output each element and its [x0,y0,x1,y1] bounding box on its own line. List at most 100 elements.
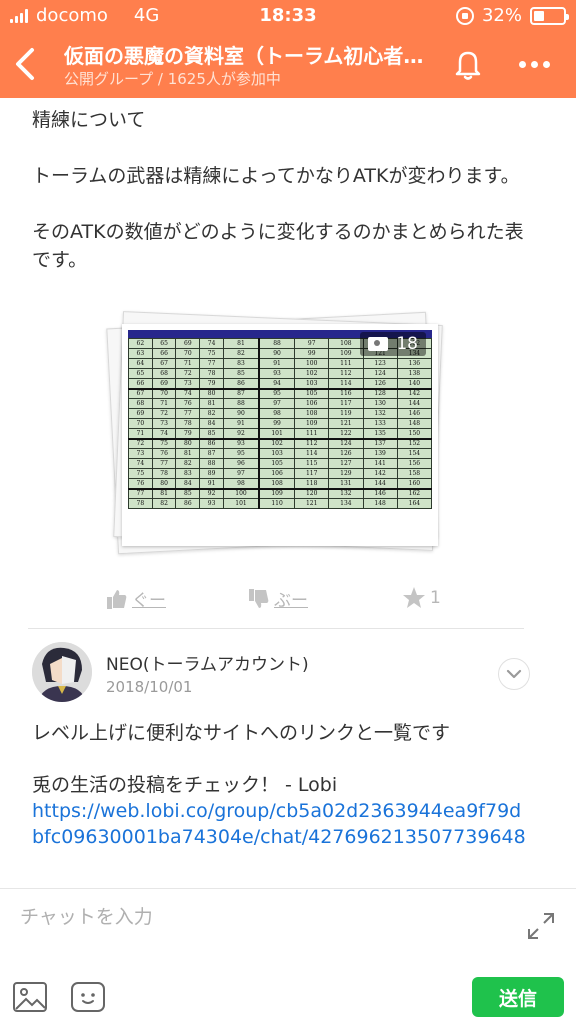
table-cell: 76 [175,398,201,409]
table-cell: 73 [175,378,201,389]
table-cell: 103 [294,378,330,389]
table-cell: 142 [396,388,432,399]
bell-icon[interactable] [448,44,488,84]
table-cell: 135 [362,428,398,439]
table-cell: 148 [362,498,398,509]
photo-album-thumbnail[interactable]: 6265697481889710811913263667075829099109… [100,311,462,562]
table-cell: 91 [222,418,260,429]
table-cell: 93 [199,498,224,509]
table-cell: 158 [396,468,432,479]
stamp-icon[interactable] [70,979,106,1015]
star-button[interactable]: 1 [402,586,441,610]
table-cell: 134 [328,498,364,509]
table-cell: 81 [175,448,201,459]
table-cell: 87 [222,388,260,399]
table-cell: 124 [328,438,364,449]
app-header: docomo 4G 18:33 32% 仮面の悪魔の資料室（トーラム初心者向け）… [0,0,576,98]
image-upload-icon[interactable] [12,979,48,1015]
reaction-bar: ぐー ぶー 1 [104,586,464,614]
table-cell: 75 [199,348,224,359]
table-cell: 95 [258,388,296,399]
table-cell: 71 [175,358,201,369]
table-cell: 140 [396,378,432,389]
table-row: 67 70 74 80 87 95 105 116 128 142 [128,388,432,399]
table-cell: 132 [362,408,398,419]
send-button[interactable]: 送信 [472,977,564,1017]
table-cell: 100 [294,358,330,369]
avatar[interactable] [32,642,92,702]
table-cell: 93 [258,368,296,379]
table-cell: 66 [128,378,153,389]
table-cell: 81 [199,398,224,409]
table-cell: 106 [294,398,330,409]
table-cell: 146 [396,408,432,419]
table-cell: 122 [328,428,364,439]
thumbs-up-icon [107,589,127,609]
table-cell: 105 [258,458,296,469]
expand-menu-button[interactable] [498,658,530,690]
table-cell: 131 [328,478,364,489]
back-arrow-icon[interactable] [6,40,46,88]
photo-count: 18 [396,334,418,354]
table-cell: 99 [294,348,330,359]
table-cell: 111 [294,428,330,439]
table-cell: 80 [175,438,201,449]
table-cell: 79 [175,428,201,439]
chat-input[interactable] [20,901,500,933]
table-cell: 77 [128,488,153,499]
table-cell: 106 [258,468,296,479]
post-divider [28,628,524,629]
post-text: 精練について トーラムの武器は精練によってかなりATKが変わります。 そのATK… [32,106,532,302]
table-cell: 86 [175,498,201,509]
photo-image[interactable]: 6265697481889710811913263667075829099109… [122,324,438,546]
table-cell: 162 [396,488,432,499]
table-cell: 91 [199,478,224,489]
table-cell: 67 [151,358,177,369]
table-cell: 81 [222,338,260,349]
table-cell: 83 [175,468,201,479]
table-cell: 148 [396,418,432,429]
table-cell: 90 [222,408,260,419]
table-cell: 101 [222,498,260,509]
user-avatar-image [32,642,92,702]
table-cell: 105 [294,388,330,399]
table-cell: 108 [294,408,330,419]
table-cell: 68 [128,398,153,409]
post-line: 精練について [32,109,146,131]
table-cell: 65 [151,338,177,349]
table-cell: 97 [258,398,296,409]
table-row: 75 78 83 89 97 106 117 129 142 158 [128,468,432,479]
photo-count-badge: 18 [360,332,426,356]
table-cell: 152 [396,438,432,449]
table-cell: 85 [222,368,260,379]
table-cell: 69 [128,408,153,419]
table-cell: 92 [199,488,224,499]
table-row: 73 76 81 87 95 103 114 126 139 154 [128,448,432,459]
group-title[interactable]: 仮面の悪魔の資料室（トーラム初心者向け） [64,40,440,69]
table-cell: 102 [294,368,330,379]
table-cell: 150 [396,428,432,439]
table-cell: 79 [199,378,224,389]
table-row: 69 72 77 82 90 98 108 119 132 146 [128,408,432,419]
table-cell: 67 [128,388,153,399]
table-cell: 154 [396,448,432,459]
boo-button[interactable]: ぶー [248,586,308,611]
table-cell: 75 [151,438,177,449]
post-username[interactable]: NEO(トーラムアカウント) [106,650,309,675]
post-link[interactable]: https://web.lobi.co/group/cb5a02d2363944… [32,798,532,850]
table-cell: 72 [128,438,153,449]
table-cell: 123 [362,358,398,369]
table-cell: 119 [328,408,364,419]
thumbs-down-icon [249,588,269,608]
expand-fullscreen-icon[interactable] [526,911,556,941]
table-cell: 112 [328,368,364,379]
table-cell: 164 [396,498,432,509]
table-cell: 109 [294,418,330,429]
table-cell: 142 [362,468,398,479]
more-menu-icon[interactable] [510,44,558,84]
table-cell: 69 [151,378,177,389]
status-bar: docomo 4G 18:33 32% [0,0,576,32]
good-button[interactable]: ぐー [106,586,166,611]
table-cell: 91 [258,358,296,369]
table-cell: 72 [151,408,177,419]
